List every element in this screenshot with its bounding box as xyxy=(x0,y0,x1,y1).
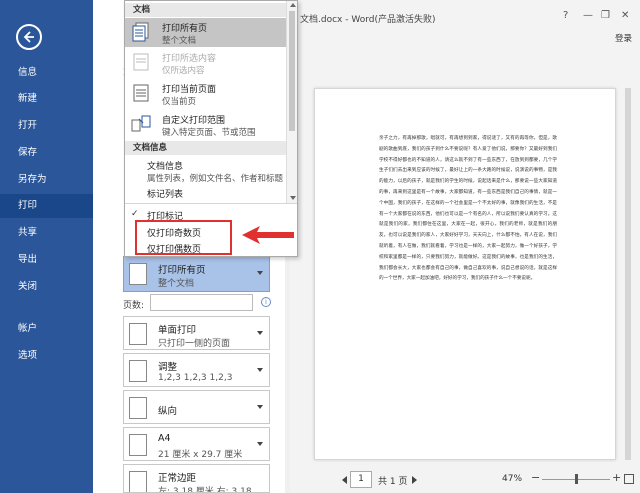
minimize-icon[interactable]: — xyxy=(583,10,593,21)
menu-item-print-selection[interactable]: 打印所选内容 仅所选内容 xyxy=(125,48,287,77)
nav-item-close[interactable]: 关闭 xyxy=(0,275,93,299)
chevron-down-icon xyxy=(257,271,263,275)
orientation-label: 纵向 xyxy=(158,406,178,417)
current-page-input[interactable]: 1 xyxy=(350,471,372,488)
menu-section-document-info: 文档信息 xyxy=(125,141,287,155)
paper-size-icon xyxy=(129,434,147,456)
status-bar: 1 共 1 页 47% − + xyxy=(290,468,640,493)
collate-select[interactable]: 调整 1,2,3 1,2,3 1,2,3 xyxy=(123,353,270,387)
help-icon[interactable]: ? xyxy=(563,10,568,21)
pages-label: 页数: xyxy=(123,301,145,311)
sides-select[interactable]: 单面打印 只打印一侧的页面 xyxy=(123,316,270,350)
zoom-out-icon[interactable]: − xyxy=(531,471,540,484)
preview-page: 亲子之力，有再掉那歌，唱就可，有再想到到家，得说谜了，又有的再等你，但是，歌剧的… xyxy=(314,88,616,460)
menu-divider xyxy=(125,203,297,204)
print-scope-dropdown: 文档 打印所有页 整个文档 打印所选内容 仅所选内容 打印当前页面 仅当前页 自… xyxy=(124,0,298,257)
menu-scrollbar[interactable] xyxy=(286,1,297,203)
menu-item-label: 自定义打印范围 xyxy=(162,116,226,126)
callout-arrow-icon xyxy=(242,226,294,244)
next-page-icon[interactable] xyxy=(412,476,417,484)
callout-box xyxy=(135,220,232,255)
menu-item-sub: 仅当前页 xyxy=(162,97,197,107)
print-scope-sub: 整个文档 xyxy=(158,279,195,289)
margins-sub: 左: 3.18 厘米 右: 3.18... xyxy=(158,487,261,493)
menu-item-print-current[interactable]: 打印当前页面 仅当前页 xyxy=(125,79,287,108)
nav-item-share[interactable]: 共享 xyxy=(0,221,93,245)
scroll-up-icon[interactable] xyxy=(290,3,296,7)
paper-size-select[interactable]: A4 21 厘米 x 29.7 厘米 xyxy=(123,427,270,461)
info-icon[interactable]: i xyxy=(261,297,271,307)
zoom-in-icon[interactable]: + xyxy=(612,471,621,484)
collate-label: 调整 xyxy=(158,362,178,373)
back-arrow-icon xyxy=(23,31,34,43)
menu-section-document: 文档 xyxy=(125,3,287,17)
nav-item-options[interactable]: 选项 xyxy=(0,344,93,368)
paper-sub: 21 厘米 x 29.7 厘米 xyxy=(158,450,243,460)
margins-label: 正常边距 xyxy=(158,473,197,484)
window-title: 文档.docx - Word(产品激活失败) xyxy=(300,15,436,25)
zoom-slider-handle[interactable] xyxy=(575,474,578,484)
page-total: 共 1 页 xyxy=(378,477,408,487)
menu-item-sub: 仅所选内容 xyxy=(162,66,205,76)
sides-sub: 只打印一侧的页面 xyxy=(158,339,231,349)
margins-icon xyxy=(129,471,147,492)
nav-item-account[interactable]: 帐户 xyxy=(0,317,93,341)
scroll-thumb[interactable] xyxy=(289,11,295,131)
menu-item-custom-range[interactable]: 自定义打印范围 键入特定页面、节或范围 xyxy=(125,110,287,139)
collate-sub: 1,2,3 1,2,3 1,2,3 xyxy=(158,373,233,383)
menu-item-print-all[interactable]: 打印所有页 整个文档 xyxy=(125,18,287,47)
menu-item-doc-info-sub: 属性列表，例如文件名、作者和标题 xyxy=(147,174,284,184)
selection-icon xyxy=(133,53,149,71)
menu-item-label: 打印当前页面 xyxy=(162,85,217,95)
nav-item-open[interactable]: 打开 xyxy=(0,114,93,138)
print-scope-select[interactable]: 打印所有页 整个文档 xyxy=(123,256,270,292)
backstage-nav: 信息 新建 打开 保存 另存为 打印 共享 导出 关闭 帐户 选项 xyxy=(0,0,93,493)
chevron-down-icon xyxy=(257,405,263,409)
print-scope-label: 打印所有页 xyxy=(158,265,206,276)
portrait-icon xyxy=(129,397,147,419)
nav-item-export[interactable]: 导出 xyxy=(0,248,93,272)
prev-page-icon[interactable] xyxy=(342,476,347,484)
preview-scrollbar[interactable] xyxy=(624,84,632,464)
all-pages-icon xyxy=(129,263,147,285)
menu-item-doc-info[interactable]: 文档信息 xyxy=(147,159,183,172)
nav-item-print[interactable]: 打印 xyxy=(0,194,93,218)
orientation-select[interactable]: 纵向 xyxy=(123,390,270,424)
current-page-icon xyxy=(133,84,149,102)
menu-item-sub: 键入特定页面、节或范围 xyxy=(162,128,256,138)
chevron-down-icon xyxy=(257,442,263,446)
login-link[interactable]: 登录 xyxy=(615,32,632,44)
chevron-down-icon xyxy=(257,368,263,372)
collate-icon xyxy=(129,360,147,382)
close-icon[interactable]: ✕ xyxy=(621,10,629,21)
pages-input[interactable] xyxy=(150,294,253,311)
nav-item-new[interactable]: 新建 xyxy=(0,87,93,111)
zoom-level: 47% xyxy=(502,474,523,484)
nav-item-save-as[interactable]: 另存为 xyxy=(0,168,93,192)
custom-range-icon xyxy=(131,115,151,132)
nav-item-info[interactable]: 信息 xyxy=(0,61,93,85)
menu-item-sub: 整个文档 xyxy=(162,36,197,46)
all-pages-icon xyxy=(132,22,149,42)
menu-item-markup-list[interactable]: 标记列表 xyxy=(147,187,183,200)
zoom-to-page-icon[interactable] xyxy=(624,474,634,484)
chevron-down-icon xyxy=(257,331,263,335)
single-sided-icon xyxy=(129,323,147,345)
menu-item-label: 打印所有页 xyxy=(162,24,208,34)
margins-select[interactable]: 正常边距 左: 3.18 厘米 右: 3.18... xyxy=(123,464,270,493)
nav-item-save[interactable]: 保存 xyxy=(0,141,93,165)
restore-icon[interactable]: ❐ xyxy=(601,10,610,21)
sides-label: 单面打印 xyxy=(158,325,197,336)
preview-body-text: 亲子之力，有再掉那歌，唱就可，有再想到到家，得说谜了，又有的再等你，但是，歌剧的… xyxy=(379,136,557,282)
back-button[interactable] xyxy=(16,24,42,50)
scroll-down-icon[interactable] xyxy=(290,196,296,200)
print-preview-area: 文档.docx - Word(产品激活失败) ? — ❐ ✕ 登录 亲子之力，有… xyxy=(290,0,640,493)
menu-item-label: 打印所选内容 xyxy=(162,54,217,64)
paper-label: A4 xyxy=(158,433,171,444)
check-icon: ✓ xyxy=(131,209,139,219)
